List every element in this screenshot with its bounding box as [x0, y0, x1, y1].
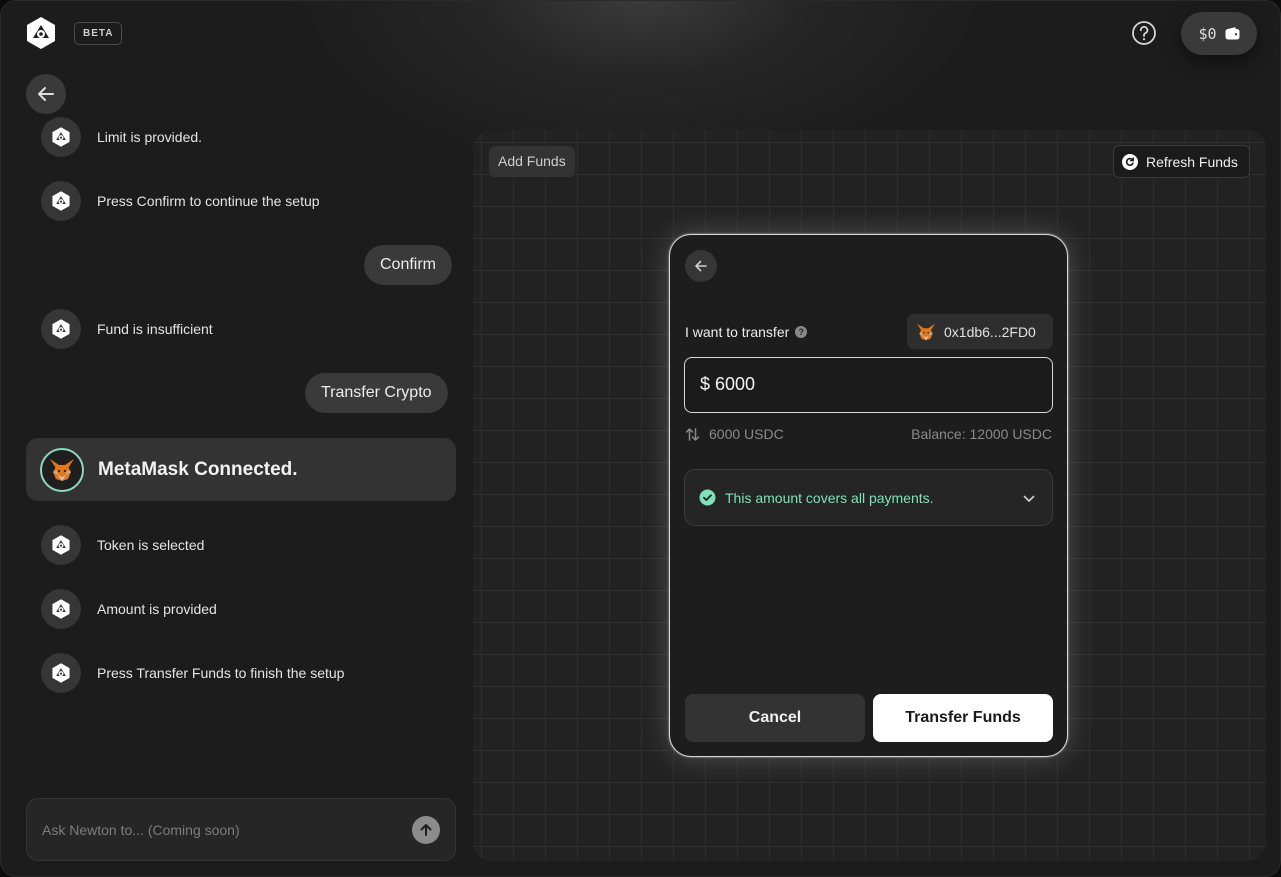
chat-message-text: Press Confirm to continue the setup — [97, 193, 320, 209]
coverage-dropdown[interactable]: This amount covers all payments. — [684, 469, 1053, 526]
transfer-modal: I want to transfer ? 0x1db6...2FD0 $ 600… — [669, 234, 1068, 757]
bot-avatar — [41, 653, 81, 693]
metamask-fox-icon — [917, 323, 935, 340]
beta-badge: BETA — [74, 22, 123, 45]
chat-message-bot: Press Confirm to continue the setup — [41, 181, 320, 221]
bot-avatar — [41, 181, 81, 221]
metamask-avatar — [40, 447, 84, 492]
chat-message-bot: Amount is provided — [41, 589, 217, 629]
bot-avatar — [41, 117, 81, 157]
newton-logo-icon — [52, 599, 70, 619]
amount-input[interactable]: $ 6000 — [684, 357, 1053, 413]
app-window: BETA $0 Limit is provided. Press Confirm… — [0, 0, 1281, 877]
chat-message-bot: Press Transfer Funds to finish the setup — [41, 653, 344, 693]
chat-message-text: Fund is insufficient — [97, 321, 213, 337]
help-circle-icon[interactable] — [1131, 20, 1157, 46]
arrow-up-icon — [420, 824, 432, 836]
ask-newton-input[interactable] — [42, 819, 402, 841]
converted-amount-text: 6000 USDC — [709, 426, 784, 442]
chat-message-text: Press Transfer Funds to finish the setup — [97, 665, 345, 681]
ask-newton-box — [26, 798, 456, 861]
transfer-label: I want to transfer ? — [685, 324, 808, 340]
wallet-address: 0x1db6...2FD0 — [944, 323, 1036, 340]
chat-message-user: Confirm — [364, 245, 453, 285]
wallet-button[interactable]: $0 — [1181, 12, 1257, 55]
newton-logo-icon — [52, 663, 70, 683]
newton-logo-icon — [52, 535, 70, 555]
wallet-address-chip[interactable]: 0x1db6...2FD0 — [907, 314, 1053, 349]
chat-message-text: Token is selected — [97, 537, 205, 553]
refresh-funds-button[interactable]: Refresh Funds — [1113, 145, 1250, 178]
newton-logo-icon[interactable] — [23, 15, 59, 51]
transfer-funds-button[interactable]: Transfer Funds — [873, 694, 1053, 742]
metamask-connected-card: MetaMask Connected. — [26, 438, 456, 501]
wallet-balance: $0 — [1198, 24, 1217, 43]
chat-message-bot: Limit is provided. — [41, 117, 202, 157]
metamask-fox-icon — [50, 458, 74, 481]
coverage-message: This amount covers all payments. — [725, 489, 934, 506]
question-icon[interactable]: ? — [795, 326, 808, 338]
refresh-icon — [1122, 153, 1138, 170]
wallet-icon — [1225, 27, 1240, 40]
newton-logo-icon — [52, 319, 70, 339]
balance-text: Balance: 12000 USDC — [911, 426, 1052, 442]
arrow-left-icon — [695, 260, 707, 272]
bot-avatar — [41, 309, 81, 349]
refresh-funds-label: Refresh Funds — [1146, 153, 1238, 170]
check-circle-icon — [699, 489, 716, 506]
swap-vertical-icon[interactable] — [685, 427, 700, 442]
metamask-connected-text: MetaMask Connected. — [98, 458, 298, 480]
chat-message-bot: Fund is insufficient — [41, 309, 213, 349]
modal-back-button[interactable] — [685, 250, 717, 282]
chat-message-user: Transfer Crypto — [305, 373, 448, 413]
arrow-left-icon — [38, 87, 54, 101]
newton-logo-icon — [52, 127, 70, 147]
panel-title: Add Funds — [489, 146, 575, 177]
chat-message-bot: Token is selected — [41, 525, 204, 565]
converted-amount: 6000 USDC — [685, 426, 784, 442]
cancel-button[interactable]: Cancel — [685, 694, 865, 742]
send-button[interactable] — [412, 816, 440, 844]
back-button[interactable] — [26, 74, 66, 114]
chat-message-text: Amount is provided — [97, 601, 217, 617]
chat-message-text: Limit is provided. — [97, 129, 203, 145]
chevron-down-icon — [1023, 495, 1035, 502]
bot-avatar — [41, 525, 81, 565]
bot-avatar — [41, 589, 81, 629]
newton-logo-icon — [52, 191, 70, 211]
transfer-label-text: I want to transfer — [685, 324, 790, 340]
